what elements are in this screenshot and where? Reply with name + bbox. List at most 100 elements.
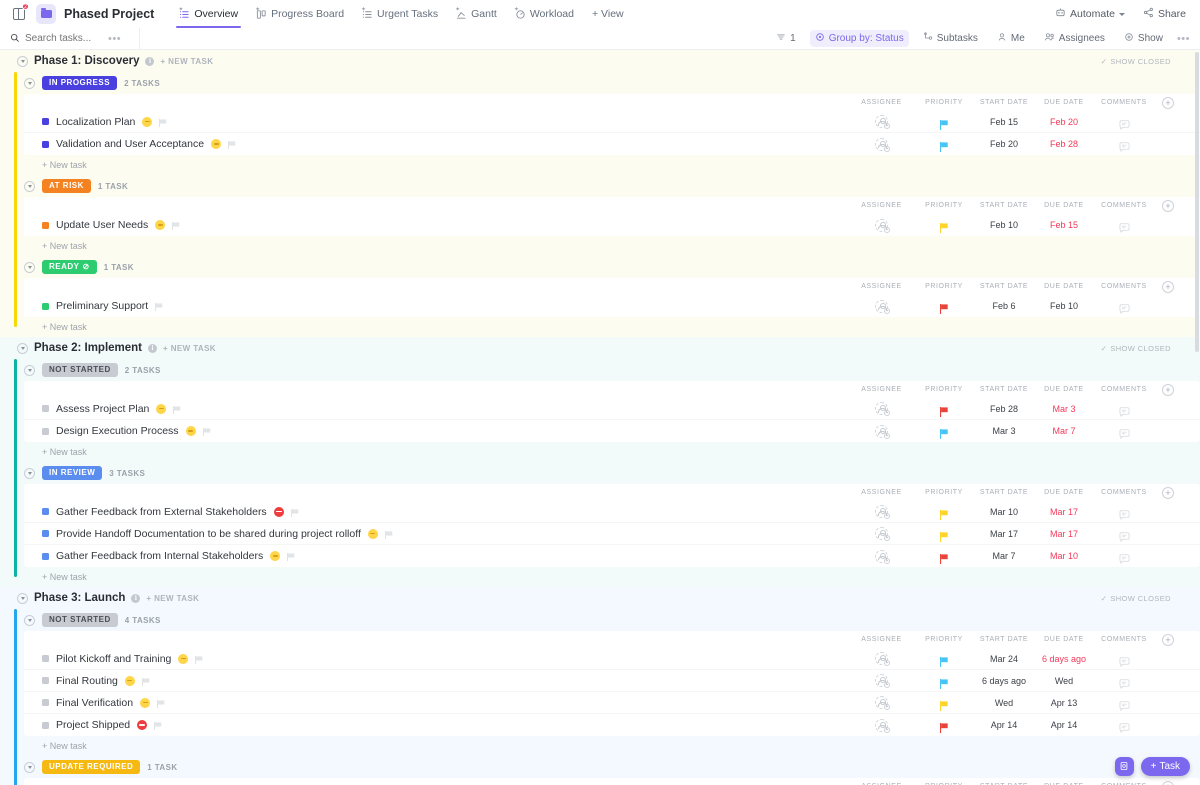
table-row[interactable]: Design Execution Process + Mar 3 Mar 7 — [24, 420, 1200, 442]
task-name-cell[interactable]: Provide Handoff Documentation to be shar… — [24, 528, 849, 540]
task-status-dot[interactable] — [42, 427, 49, 435]
comments-cell[interactable] — [1094, 654, 1154, 667]
column-header-due-date[interactable]: DUE DATE — [1034, 202, 1094, 209]
column-header-priority[interactable]: PRIORITY — [914, 636, 974, 643]
task-name-cell[interactable]: Gather Feedback from External Stakeholde… — [24, 506, 849, 518]
due-date-cell[interactable]: Mar 7 — [1034, 426, 1094, 436]
tag-icon[interactable] — [157, 699, 166, 708]
priority-cell[interactable] — [914, 698, 974, 711]
search-more-icon[interactable]: ••• — [108, 33, 121, 45]
status-badge[interactable]: IN PROGRESS — [42, 76, 118, 90]
task-name-cell[interactable]: Final Routing — [24, 675, 849, 687]
status-group-header[interactable]: NOT STARTED 2 TASKS — [24, 359, 1200, 381]
priority-cell[interactable] — [914, 220, 974, 233]
priority-cell[interactable] — [914, 720, 974, 733]
task-status-dot[interactable] — [42, 140, 49, 148]
column-header-start-date[interactable]: START DATE — [974, 386, 1034, 393]
assignee-avatar-placeholder-icon[interactable]: + — [875, 505, 890, 519]
status-group-header[interactable]: READY ⊘ 1 TASK — [24, 256, 1200, 278]
status-badge[interactable]: READY ⊘ — [42, 260, 97, 274]
tag-icon[interactable] — [287, 552, 296, 561]
collapse-phase-icon[interactable] — [17, 55, 28, 67]
due-date-cell[interactable]: Mar 3 — [1034, 404, 1094, 414]
new-task-row[interactable]: + New task — [24, 442, 1200, 462]
tag-icon[interactable] — [202, 427, 212, 436]
sidebar-toggle-button[interactable]: 2 — [8, 3, 30, 25]
task-name-cell[interactable]: Assess Project Plan — [24, 403, 849, 415]
neutral-face-emoji[interactable] — [185, 426, 196, 436]
column-header-priority[interactable]: PRIORITY — [914, 202, 974, 209]
due-date-cell[interactable]: Feb 28 — [1034, 139, 1094, 149]
due-date-cell[interactable]: 6 days ago — [1034, 654, 1094, 664]
status-group-header[interactable]: IN PROGRESS 2 TASKS — [24, 72, 1200, 94]
priority-cell[interactable] — [914, 529, 974, 542]
due-date-cell[interactable]: Feb 15 — [1034, 220, 1094, 230]
assignee-avatar-placeholder-icon[interactable]: + — [875, 549, 890, 564]
due-date-cell[interactable]: Apr 14 — [1034, 720, 1094, 730]
task-name-cell[interactable]: Localization Plan — [24, 116, 849, 128]
project-avatar[interactable] — [36, 4, 56, 24]
status-badge[interactable]: IN REVIEW — [42, 466, 103, 480]
start-date-cell[interactable]: Feb 6 — [974, 301, 1034, 311]
start-date-cell[interactable]: Mar 10 — [974, 507, 1034, 517]
phase-header[interactable]: Phase 1: Discovery i + NEW TASK ✓ SHOW CL… — [0, 50, 1200, 72]
add-column-icon[interactable]: + — [1162, 780, 1174, 785]
comments-cell[interactable] — [1094, 117, 1154, 130]
collapse-status-group-icon[interactable] — [24, 180, 35, 192]
column-header-start-date[interactable]: START DATE — [974, 202, 1034, 209]
column-header-comments[interactable]: COMMENTS — [1094, 202, 1154, 209]
add-view-button[interactable]: + View — [583, 0, 633, 28]
priority-flag-icon[interactable] — [939, 551, 949, 564]
tag-icon[interactable] — [141, 677, 151, 686]
collapse-status-group-icon[interactable] — [24, 77, 35, 89]
tag-icon[interactable] — [384, 530, 394, 539]
collapse-status-group-icon[interactable] — [24, 467, 35, 479]
tag-icon[interactable] — [154, 721, 163, 730]
subtasks-button[interactable]: Subtasks — [918, 30, 983, 47]
assignee-cell[interactable]: + — [849, 299, 914, 314]
priority-cell[interactable] — [914, 507, 974, 520]
priority-flag-icon[interactable] — [939, 426, 949, 439]
table-row[interactable]: Preliminary Support + Feb 6 Feb 10 — [24, 295, 1200, 317]
info-icon[interactable]: i — [148, 343, 158, 353]
task-status-dot[interactable] — [42, 118, 49, 125]
show-closed-link[interactable]: ✓ SHOW CLOSED — [1101, 594, 1171, 603]
assignee-cell[interactable]: + — [849, 424, 914, 439]
neutral-face-emoji[interactable] — [142, 116, 153, 127]
tag-icon[interactable] — [228, 140, 237, 149]
priority-flag-icon[interactable] — [939, 117, 949, 130]
priority-cell[interactable] — [914, 676, 974, 689]
phase-new-task-link[interactable]: + NEW TASK — [163, 344, 216, 353]
task-name-cell[interactable]: Pilot Kickoff and Training — [24, 653, 849, 665]
priority-cell[interactable] — [914, 117, 974, 130]
comments-cell[interactable] — [1094, 551, 1154, 564]
task-name-cell[interactable]: Final Verification — [24, 697, 849, 709]
assignee-avatar-placeholder-icon[interactable]: + — [875, 718, 890, 733]
neutral-face-emoji[interactable] — [140, 697, 151, 708]
neutral-face-emoji[interactable] — [367, 528, 378, 539]
priority-flag-icon[interactable] — [939, 301, 949, 314]
column-header-assignee[interactable]: ASSIGNEE — [849, 636, 914, 643]
priority-flag-icon[interactable] — [939, 507, 949, 520]
column-header-comments[interactable]: COMMENTS — [1094, 489, 1154, 496]
task-status-dot[interactable] — [42, 508, 49, 515]
priority-cell[interactable] — [914, 426, 974, 439]
start-date-cell[interactable]: Feb 20 — [974, 139, 1034, 149]
status-badge[interactable]: AT RISK — [42, 179, 91, 193]
show-closed-link[interactable]: ✓ SHOW CLOSED — [1101, 344, 1171, 353]
column-header-priority[interactable]: PRIORITY — [914, 489, 974, 496]
task-name-cell[interactable]: Update User Needs — [24, 219, 849, 231]
assignee-cell[interactable]: + — [849, 696, 914, 710]
table-row[interactable]: Gather Feedback from Internal Stakeholde… — [24, 545, 1200, 567]
add-column-icon[interactable]: + — [1162, 96, 1174, 109]
collapse-status-group-icon[interactable] — [24, 761, 35, 773]
priority-cell[interactable] — [914, 654, 974, 667]
column-header-due-date[interactable]: DUE DATE — [1034, 636, 1094, 643]
task-status-dot[interactable] — [42, 655, 49, 662]
comments-cell[interactable] — [1094, 676, 1154, 689]
comments-cell[interactable] — [1094, 404, 1154, 417]
comments-cell[interactable] — [1094, 720, 1154, 733]
due-date-cell[interactable]: Feb 20 — [1034, 117, 1094, 127]
assignee-cell[interactable]: + — [849, 527, 914, 541]
comments-cell[interactable] — [1094, 220, 1154, 233]
